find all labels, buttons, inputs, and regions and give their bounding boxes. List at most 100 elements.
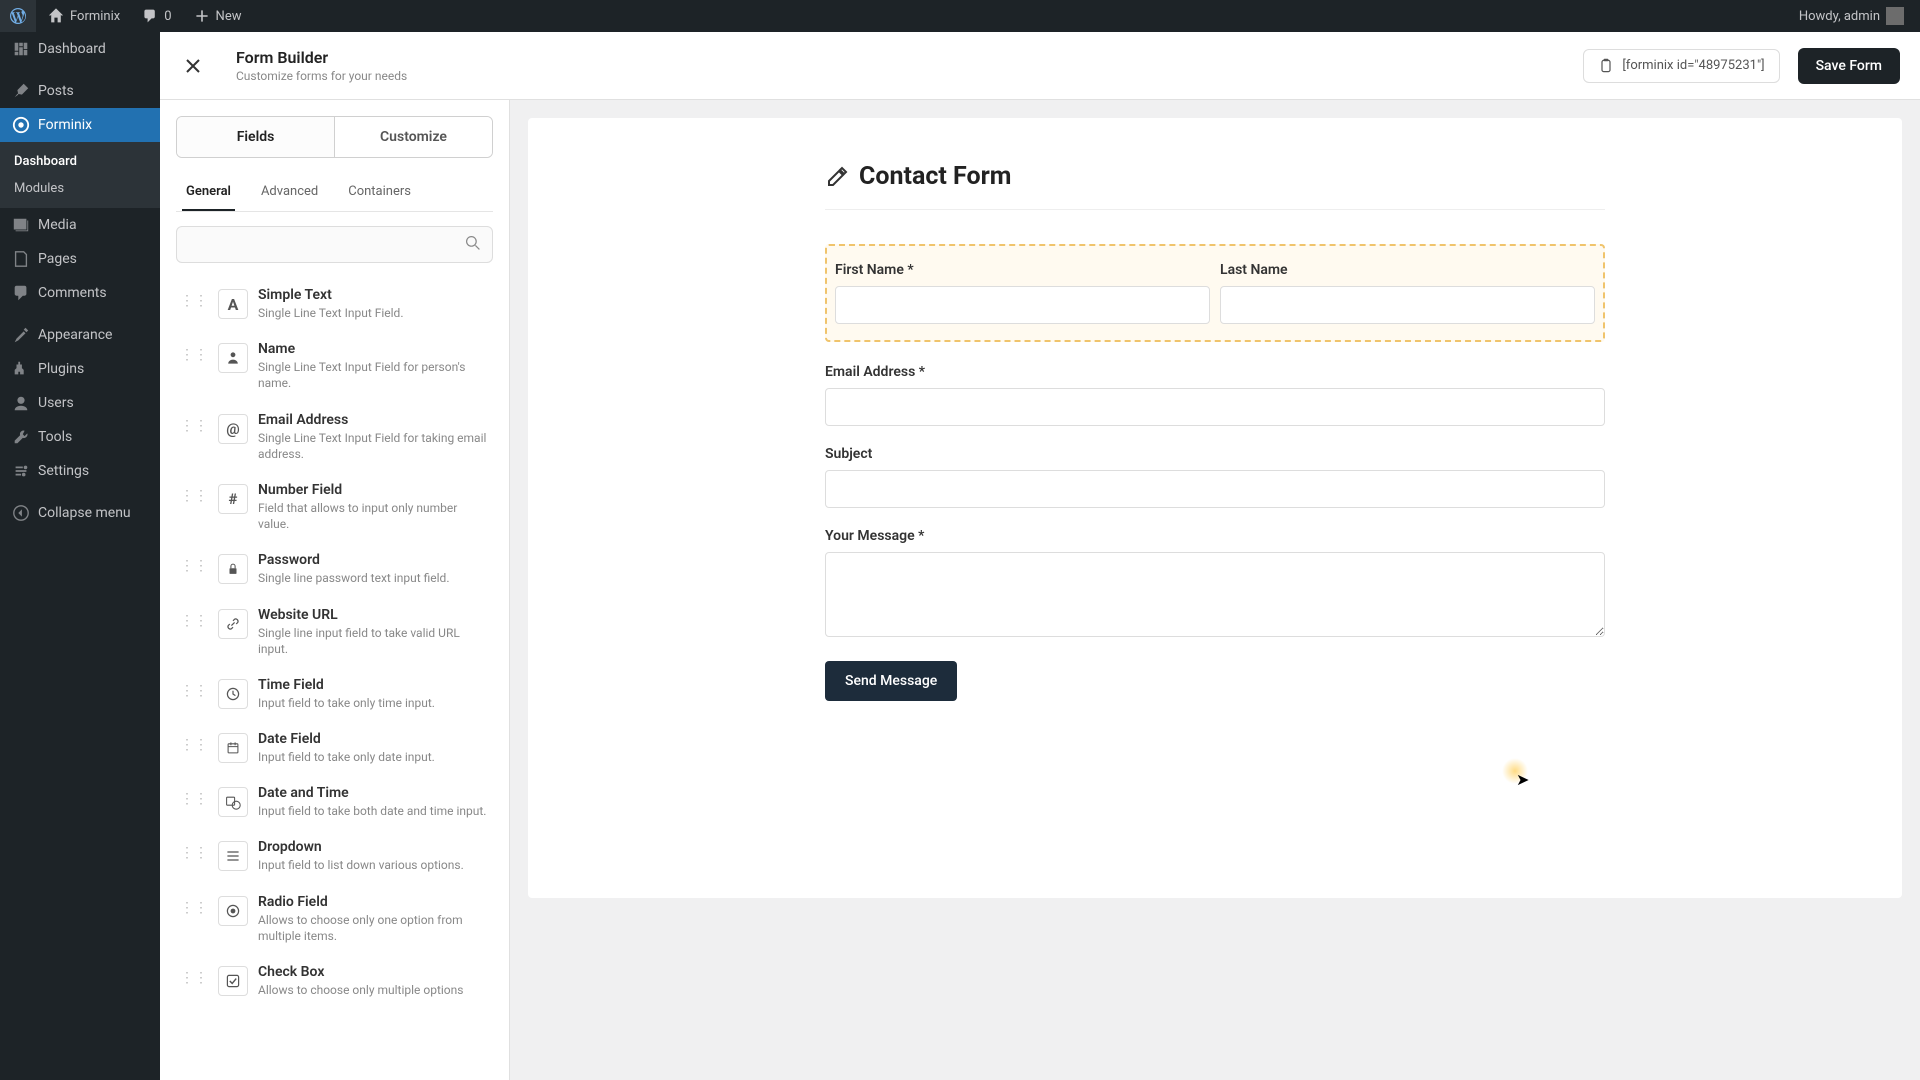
field-type-icon <box>218 343 248 373</box>
message-textarea[interactable] <box>825 552 1605 637</box>
field-item-simple-text[interactable]: ⋮⋮ASimple TextSingle Line Text Input Fie… <box>176 277 493 331</box>
field-item-date-field[interactable]: ⋮⋮Date FieldInput field to take only dat… <box>176 721 493 775</box>
subtab-containers[interactable]: Containers <box>344 176 415 211</box>
field-desc: Allows to choose only multiple options <box>258 982 489 998</box>
name-row-selected[interactable]: First Name * Last Name <box>825 244 1605 342</box>
menu-tools[interactable]: Tools <box>0 420 160 454</box>
drag-handle-icon[interactable]: ⋮⋮ <box>180 293 208 309</box>
field-item-radio-field[interactable]: ⋮⋮ Radio Field Allows to choose only one o… <box>176 884 493 954</box>
field-item-date-and-time[interactable]: ⋮⋮Date and TimeInput field to take both … <box>176 775 493 829</box>
menu-forminix[interactable]: Forminix <box>0 108 160 142</box>
field-desc: Allows to choose only one option from mu… <box>258 912 489 944</box>
first-name-label: First Name * <box>835 262 1210 278</box>
email-input[interactable] <box>825 388 1605 426</box>
collapse-menu[interactable]: Collapse menu <box>0 496 160 530</box>
save-button[interactable]: Save Form <box>1798 48 1900 84</box>
shortcode-text: [forminix id="48975231"] <box>1622 58 1764 73</box>
plus-icon <box>194 8 210 24</box>
submit-button[interactable]: Send Message <box>825 661 957 701</box>
comments-link[interactable]: 0 <box>132 0 181 32</box>
field-item-password[interactable]: ⋮⋮ Password Single line password text inpu… <box>176 542 493 596</box>
menu-dashboard[interactable]: Dashboard <box>0 32 160 66</box>
field-type-icon: A <box>218 289 248 319</box>
tab-customize[interactable]: Customize <box>334 117 492 157</box>
fields-list: ⋮⋮ASimple TextSingle Line Text Input Fie… <box>176 277 493 1008</box>
field-desc: Input field to list down various options… <box>258 857 489 873</box>
field-type-icon <box>218 609 248 639</box>
field-type-icon <box>218 679 248 709</box>
panel-tabs: Fields Customize <box>176 116 493 158</box>
howdy-text: Howdy, admin <box>1799 9 1880 24</box>
media-icon <box>12 216 30 234</box>
field-title: Radio Field <box>258 894 489 910</box>
search-icon <box>465 235 481 255</box>
last-name-label: Last Name <box>1220 262 1595 278</box>
message-label: Your Message * <box>825 528 1605 544</box>
settings-icon <box>12 462 30 480</box>
menu-plugins[interactable]: Plugins <box>0 352 160 386</box>
menu-comments[interactable]: Comments <box>0 276 160 310</box>
close-button[interactable] <box>168 41 218 91</box>
subject-input[interactable] <box>825 470 1605 508</box>
form-canvas[interactable]: Contact Form First Name * Last Name Emai… <box>528 118 1902 898</box>
field-category-tabs: General Advanced Containers <box>176 176 493 212</box>
field-item-email-address[interactable]: ⋮⋮@Email AddressSingle Line Text Input F… <box>176 402 493 472</box>
field-title: Password <box>258 552 489 568</box>
submenu-dashboard[interactable]: Dashboard <box>0 148 160 175</box>
drag-handle-icon[interactable]: ⋮⋮ <box>180 791 208 807</box>
drag-handle-icon[interactable]: ⋮⋮ <box>180 613 208 629</box>
field-desc: Single Line Text Input Field for person'… <box>258 359 489 391</box>
field-title: Dropdown <box>258 839 489 855</box>
field-desc: Input field to take both date and time i… <box>258 803 489 819</box>
new-content-link[interactable]: New <box>184 0 252 32</box>
drag-handle-icon[interactable]: ⋮⋮ <box>180 737 208 753</box>
drag-handle-icon[interactable]: ⋮⋮ <box>180 683 208 699</box>
drag-handle-icon[interactable]: ⋮⋮ <box>180 558 208 574</box>
form-title-row[interactable]: Contact Form <box>825 162 1605 210</box>
subtab-general[interactable]: General <box>182 176 235 211</box>
first-name-input[interactable] <box>835 286 1210 324</box>
menu-media[interactable]: Media <box>0 208 160 242</box>
site-name-link[interactable]: Forminix <box>38 0 130 32</box>
dashboard-icon <box>12 40 30 58</box>
new-label: New <box>216 9 242 24</box>
field-type-icon <box>218 896 248 926</box>
wp-logo[interactable] <box>0 0 36 32</box>
menu-posts[interactable]: Posts <box>0 74 160 108</box>
field-item-number-field[interactable]: ⋮⋮ # Number Field Field that allows to inpu… <box>176 472 493 542</box>
field-desc: Field that allows to input only number v… <box>258 500 489 532</box>
drag-handle-icon[interactable]: ⋮⋮ <box>180 845 208 861</box>
menu-pages[interactable]: Pages <box>0 242 160 276</box>
field-type-icon <box>218 841 248 871</box>
field-item-website-url[interactable]: ⋮⋮Website URLSingle line input field to … <box>176 597 493 667</box>
field-title: Number Field <box>258 482 489 498</box>
shortcode-copy[interactable]: [forminix id="48975231"] <box>1583 49 1779 83</box>
field-item-name[interactable]: ⋮⋮NameSingle Line Text Input Field for p… <box>176 331 493 401</box>
last-name-input[interactable] <box>1220 286 1595 324</box>
field-type-icon: # <box>218 484 248 514</box>
field-type-icon <box>218 966 248 996</box>
field-item-time-field[interactable]: ⋮⋮Time FieldInput field to take only tim… <box>176 667 493 721</box>
comments-count: 0 <box>164 9 171 24</box>
subtab-advanced[interactable]: Advanced <box>257 176 322 211</box>
pages-icon <box>12 250 30 268</box>
field-desc: Single line password text input field. <box>258 570 489 586</box>
page-subtitle: Customize forms for your needs <box>236 69 407 83</box>
submenu-modules[interactable]: Modules <box>0 175 160 202</box>
tab-fields[interactable]: Fields <box>177 117 334 157</box>
menu-settings[interactable]: Settings <box>0 454 160 488</box>
menu-users[interactable]: Users <box>0 386 160 420</box>
drag-handle-icon[interactable]: ⋮⋮ <box>180 418 208 434</box>
drag-handle-icon[interactable]: ⋮⋮ <box>180 970 208 986</box>
drag-handle-icon[interactable]: ⋮⋮ <box>180 347 208 363</box>
menu-appearance[interactable]: Appearance <box>0 318 160 352</box>
close-icon <box>183 56 203 76</box>
field-item-check-box[interactable]: ⋮⋮Check BoxAllows to choose only multipl… <box>176 954 493 1008</box>
search-input[interactable] <box>176 226 493 263</box>
drag-handle-icon[interactable]: ⋮⋮ <box>180 488 208 504</box>
field-item-dropdown[interactable]: ⋮⋮ Dropdown Input field to list down vario… <box>176 829 493 883</box>
drag-handle-icon[interactable]: ⋮⋮ <box>180 900 208 916</box>
canvas-area: Contact Form First Name * Last Name Emai… <box>510 100 1920 1080</box>
forminix-submenu: Dashboard Modules <box>0 142 160 208</box>
account-menu[interactable]: Howdy, admin <box>1799 7 1912 25</box>
